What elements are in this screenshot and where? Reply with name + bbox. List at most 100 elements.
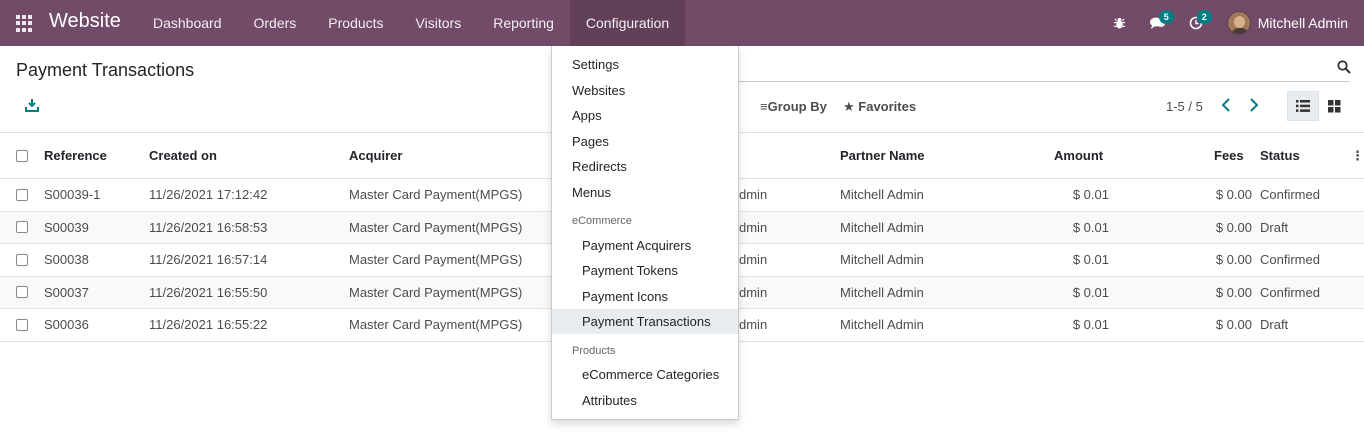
configuration-dropdown: Settings Websites Apps Pages Redirects M… <box>551 46 739 420</box>
cell-partner-name: Mitchell Admin <box>840 252 924 268</box>
activities-clock-icon[interactable]: 2 <box>1177 0 1215 46</box>
menu-orders[interactable]: Orders <box>238 0 313 46</box>
favorites-button[interactable]: ★ Favorites <box>843 99 916 115</box>
messages-count-badge: 5 <box>1158 10 1174 24</box>
cell-acquirer: Master Card Payment(MPGS) <box>349 219 523 235</box>
cell-fees: $ 0.00 <box>1215 187 1252 203</box>
cell-reference: S00039-1 <box>44 187 101 203</box>
cell-acquirer: Master Card Payment(MPGS) <box>349 187 523 203</box>
dd-menus[interactable]: Menus <box>552 180 738 205</box>
cell-customer: dmin <box>739 252 768 268</box>
activities-count-badge: 2 <box>1196 10 1212 24</box>
menu-reporting[interactable]: Reporting <box>477 0 570 46</box>
dd-products-header: Products <box>572 345 616 357</box>
star-icon: ★ <box>843 99 855 114</box>
messages-icon[interactable]: 5 <box>1139 0 1177 46</box>
dd-websites[interactable]: Websites <box>552 78 738 103</box>
cell-fees: $ 0.00 <box>1215 284 1252 300</box>
group-by-button[interactable]: ≡Group By <box>760 99 827 114</box>
list-view-button[interactable] <box>1287 91 1319 121</box>
column-partner-name[interactable]: Partner Name <box>840 133 925 178</box>
cell-reference: S00039 <box>44 219 89 235</box>
cell-fees: $ 0.00 <box>1215 252 1252 268</box>
cell-amount: $ 0.01 <box>1072 284 1109 300</box>
dd-ecommerce-categories[interactable]: eCommerce Categories <box>552 362 738 387</box>
cell-partner-name: Mitchell Admin <box>840 284 924 300</box>
cell-amount: $ 0.01 <box>1072 187 1109 203</box>
apps-menu-icon[interactable] <box>16 15 33 32</box>
row-checkbox[interactable] <box>16 179 28 211</box>
user-menu[interactable]: Mitchell Admin <box>1215 11 1364 35</box>
dd-ecommerce-header: eCommerce <box>572 215 632 227</box>
app-brand[interactable]: Website <box>49 10 121 33</box>
cell-status: Confirmed <box>1260 252 1320 268</box>
column-status[interactable]: Status <box>1260 133 1300 178</box>
cell-fees: $ 0.00 <box>1215 317 1252 333</box>
cell-amount: $ 0.01 <box>1072 219 1109 235</box>
cell-status: Draft <box>1260 317 1289 333</box>
dd-pages[interactable]: Pages <box>552 129 738 154</box>
cell-acquirer: Master Card Payment(MPGS) <box>349 284 523 300</box>
column-amount[interactable]: Amount <box>1054 133 1103 178</box>
dd-payment-tokens[interactable]: Payment Tokens <box>552 258 738 283</box>
menu-configuration[interactable]: Configuration <box>569 0 686 46</box>
systray: 5 2 Mitchell Admin <box>1101 0 1364 46</box>
dd-payment-transactions[interactable]: Payment Transactions <box>552 309 738 334</box>
cell-created-on: 11/26/2021 17:12:42 <box>149 187 268 203</box>
cell-reference: S00037 <box>44 284 89 300</box>
debug-bug-icon[interactable] <box>1101 0 1139 46</box>
dd-apps[interactable]: Apps <box>552 103 738 128</box>
cell-customer: dmin <box>739 219 768 235</box>
pager-value[interactable]: 1-5 / 5 <box>1166 99 1203 114</box>
cell-amount: $ 0.01 <box>1072 317 1109 333</box>
column-created-on[interactable]: Created on <box>149 133 217 178</box>
row-checkbox[interactable] <box>16 212 28 244</box>
dd-payment-icons[interactable]: Payment Icons <box>552 284 738 309</box>
cell-amount: $ 0.01 <box>1072 252 1109 268</box>
list-icon: ≡ <box>760 99 768 114</box>
page-title: Payment Transactions <box>16 60 195 80</box>
cell-status: Confirmed <box>1260 284 1320 300</box>
column-reference[interactable]: Reference <box>44 133 107 178</box>
cell-status: Confirmed <box>1260 187 1320 203</box>
column-fees[interactable]: Fees <box>1214 133 1244 178</box>
row-checkbox[interactable] <box>16 244 28 276</box>
dd-redirects[interactable]: Redirects <box>552 154 738 179</box>
kanban-view-button[interactable] <box>1318 91 1350 121</box>
menu-products[interactable]: Products <box>312 0 399 46</box>
optional-columns-icon[interactable]: ⋮ <box>1351 133 1364 178</box>
cell-customer: dmin <box>739 284 768 300</box>
dd-attributes[interactable]: Attributes <box>552 388 738 413</box>
main-menu: Dashboard Orders Products Visitors Repor… <box>137 0 686 46</box>
group-by-label: Group By <box>767 99 827 114</box>
search-icon[interactable] <box>1337 60 1351 74</box>
cell-status: Draft <box>1260 219 1289 235</box>
menu-dashboard[interactable]: Dashboard <box>137 0 238 46</box>
cell-reference: S00038 <box>44 252 89 268</box>
row-checkbox[interactable] <box>16 277 28 309</box>
cell-partner-name: Mitchell Admin <box>840 219 924 235</box>
cell-created-on: 11/26/2021 16:55:22 <box>149 317 268 333</box>
download-icon[interactable] <box>25 98 39 112</box>
dd-settings[interactable]: Settings <box>552 52 738 77</box>
list-view-icon <box>1296 100 1310 112</box>
cell-customer: dmin <box>739 317 768 333</box>
cell-created-on: 11/26/2021 16:58:53 <box>149 219 268 235</box>
select-all-checkbox[interactable] <box>16 133 28 178</box>
pager-next-icon[interactable] <box>1249 98 1263 114</box>
row-checkbox[interactable] <box>16 309 28 341</box>
dd-payment-acquirers[interactable]: Payment Acquirers <box>552 233 738 258</box>
top-navbar: Website Dashboard Orders Products Visito… <box>0 0 1364 46</box>
cell-customer: dmin <box>739 187 768 203</box>
cell-reference: S00036 <box>44 317 89 333</box>
column-acquirer[interactable]: Acquirer <box>349 133 402 178</box>
cell-fees: $ 0.00 <box>1215 219 1252 235</box>
cell-partner-name: Mitchell Admin <box>840 317 924 333</box>
cell-created-on: 11/26/2021 16:55:50 <box>149 284 268 300</box>
search-input[interactable] <box>739 81 1350 82</box>
menu-visitors[interactable]: Visitors <box>400 0 478 46</box>
cell-acquirer: Master Card Payment(MPGS) <box>349 317 523 333</box>
cell-partner-name: Mitchell Admin <box>840 187 924 203</box>
pager-previous-icon[interactable] <box>1221 98 1235 114</box>
user-name: Mitchell Admin <box>1257 15 1348 31</box>
